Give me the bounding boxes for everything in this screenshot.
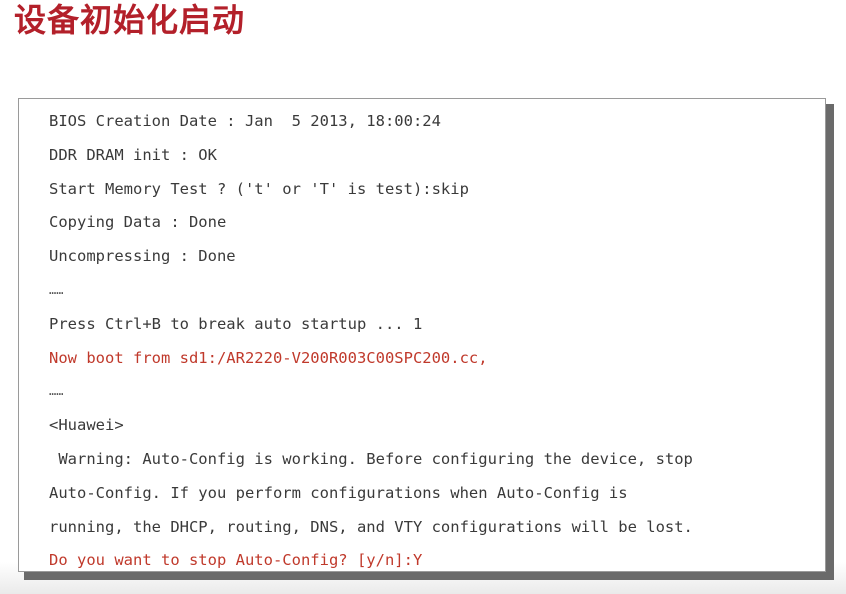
console-lines: BIOS Creation Date : Jan 5 2013, 18:00:2… — [49, 105, 825, 571]
console-line-prompt: <Huawei> — [49, 416, 124, 435]
console-line-press-ctrl-b: Press Ctrl+B to break auto startup ... 1 — [49, 314, 423, 333]
console-line-ellipsis: …… — [49, 282, 64, 297]
console-line-copying-data: Copying Data : Done — [49, 213, 227, 232]
console-line-ellipsis: …… — [49, 384, 64, 399]
console-line-warning-cont-1: Auto-Config. If you perform configuratio… — [49, 483, 628, 502]
console-line-uncompressing: Uncompressing : Done — [49, 247, 236, 266]
console-line-stop-question: Do you want to stop Auto-Config? [y/n]:Y — [49, 551, 423, 570]
page-title: 设备初始化启动 — [14, 1, 246, 39]
console-line-bios-date: BIOS Creation Date : Jan 5 2013, 18:00:2… — [49, 112, 441, 130]
console-line-memory-test: Start Memory Test ? ('t' or 'T' is test)… — [49, 179, 469, 198]
console-line-warning-cont-2: running, the DHCP, routing, DNS, and VTY… — [49, 517, 693, 536]
console-output-panel: BIOS Creation Date : Jan 5 2013, 18:00:2… — [18, 98, 826, 572]
console-line-warning: Warning: Auto-Config is working. Before … — [49, 449, 693, 468]
console-line-ddr-init: DDR DRAM init : OK — [49, 145, 217, 164]
console-line-boot-from: Now boot from sd1:/AR2220-V200R003C00SPC… — [49, 348, 488, 367]
